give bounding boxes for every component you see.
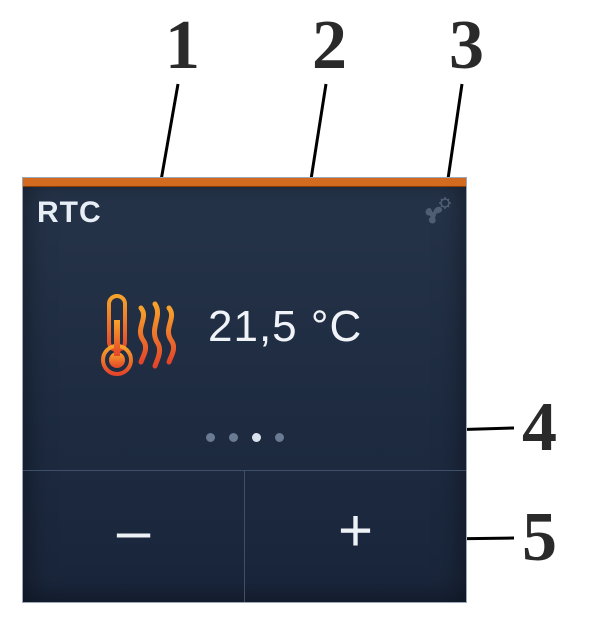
callout-label-2: 2 <box>312 6 347 86</box>
callout-label-3: 3 <box>449 6 484 86</box>
page-dot <box>275 433 284 442</box>
plus-icon: + <box>338 496 373 565</box>
increase-button[interactable]: + <box>245 471 466 602</box>
decrease-button[interactable]: – <box>23 471 245 602</box>
panel-title: RTC <box>37 196 102 230</box>
callout-label-1: 1 <box>165 6 200 86</box>
callout-label-4: 4 <box>522 388 557 468</box>
button-row: – + <box>23 470 466 602</box>
fan-gear-icon[interactable] <box>420 196 452 228</box>
page-indicator[interactable] <box>23 433 466 442</box>
minus-icon: – <box>117 496 150 565</box>
page-dot-active <box>252 433 261 442</box>
temperature-value: 21,5 °C <box>208 302 362 352</box>
thermostat-panel: RTC <box>22 177 467 603</box>
callout-label-5: 5 <box>522 498 557 578</box>
accent-bar <box>23 178 466 187</box>
page-dot <box>229 433 238 442</box>
page-dot <box>206 433 215 442</box>
thermometer-heat-icon <box>101 290 177 380</box>
